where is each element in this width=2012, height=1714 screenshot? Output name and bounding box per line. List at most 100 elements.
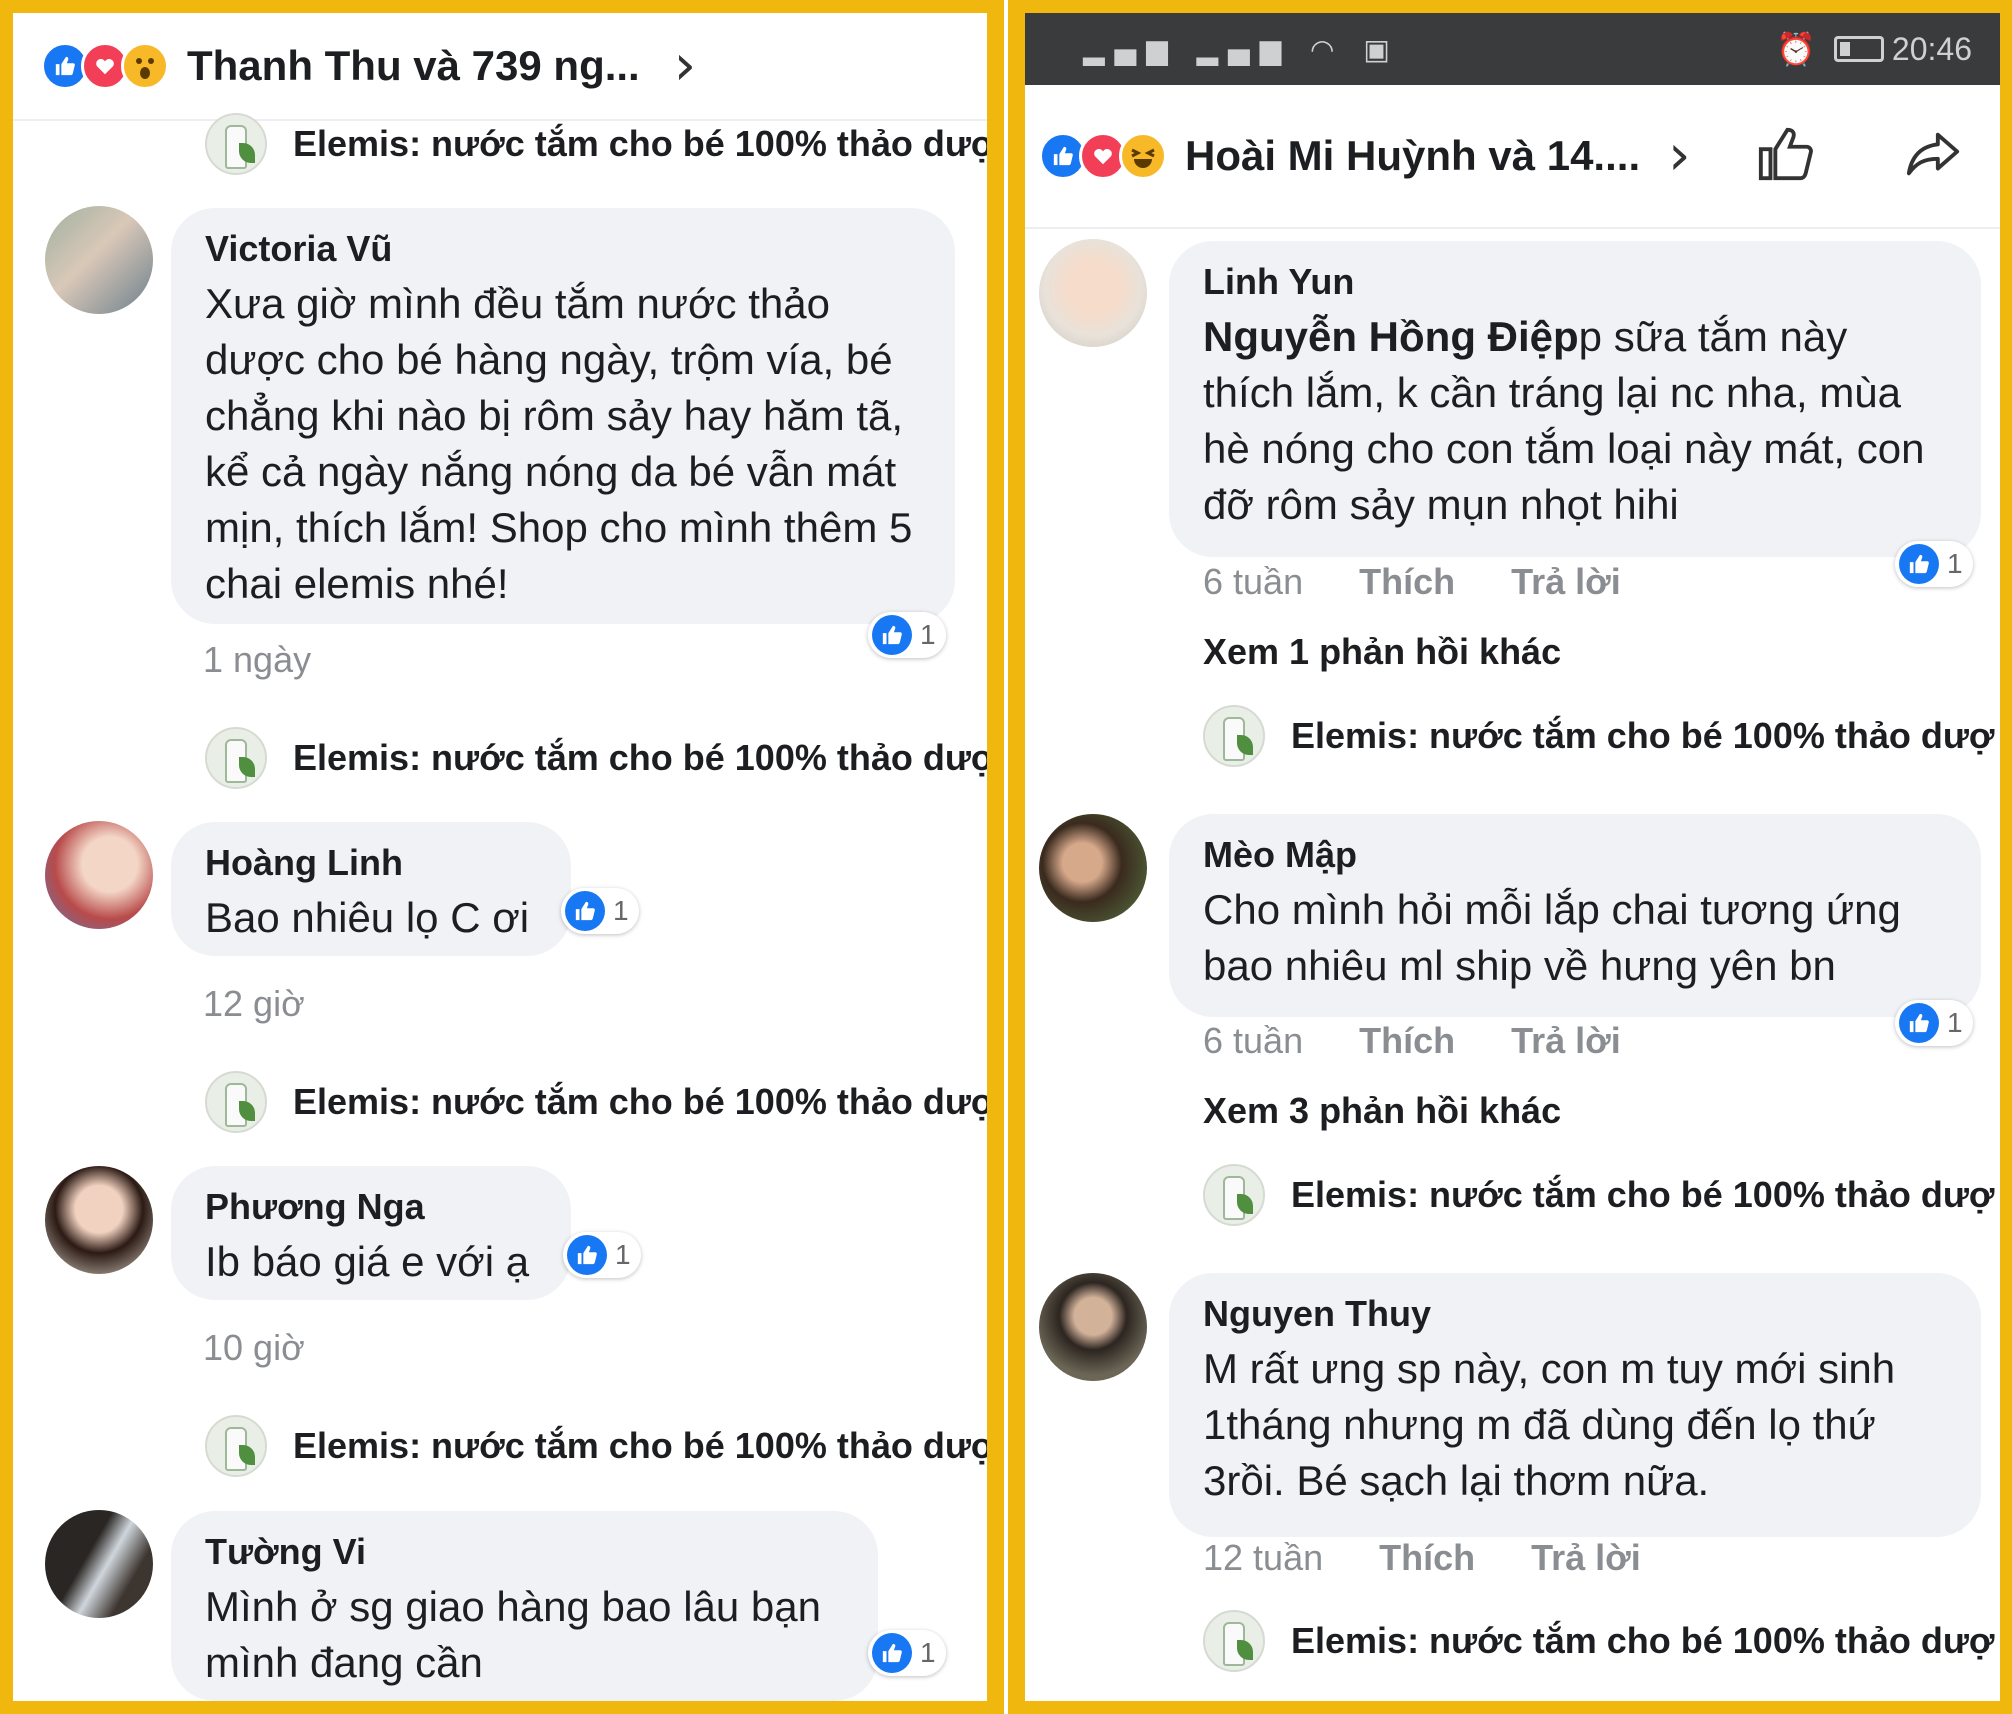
comment-author[interactable]: Victoria Vũ: [205, 228, 921, 270]
header-title: Thanh Thu và 739 ng...: [187, 42, 640, 89]
product-link[interactable]: Elemis: nước tắm cho bé 100% thảo dượ: [1203, 1164, 1995, 1226]
avatar[interactable]: [1039, 1273, 1147, 1381]
like-count-badge[interactable]: 1: [1895, 541, 1973, 587]
comment-text: Xưa giờ mình đều tắm nước thảo dược cho …: [205, 280, 913, 607]
comment-text: Nguyễn Hồng Điệpp sữa tắm này thích lắm,…: [1203, 309, 1947, 533]
product-link[interactable]: Elemis: nước tắm cho bé 100% thảo dược: [205, 113, 987, 175]
like-count: 1: [613, 895, 629, 926]
avatar[interactable]: [1039, 239, 1147, 347]
avatar[interactable]: [1039, 814, 1147, 922]
comment-author[interactable]: Phương Nga: [205, 1186, 537, 1228]
avatar[interactable]: [45, 821, 153, 929]
like-count-badge[interactable]: 1: [1895, 1000, 1973, 1046]
thumbs-up-icon[interactable]: [1756, 125, 1814, 188]
avatar[interactable]: [45, 1510, 153, 1618]
product-link[interactable]: Elemis: nước tắm cho bé 100% thảo dượ: [1203, 705, 1995, 767]
comment-bubble: Nguyen Thuy M rất ưng sp này, con m tuy …: [1169, 1273, 1981, 1537]
like-count: 1: [920, 1637, 936, 1668]
timestamp: 6 tuần: [1203, 1020, 1304, 1061]
like-count-badge[interactable]: 1: [563, 1232, 641, 1278]
like-icon: [1899, 544, 1939, 584]
product-link[interactable]: Elemis: nước tắm cho bé 100% thảo dượ: [1203, 1610, 1995, 1672]
comment-meta: 6 tuần Thích Trả lời: [1203, 561, 1621, 603]
like-count-badge[interactable]: 1: [561, 888, 639, 934]
like-count: 1: [920, 619, 936, 650]
comment-time: 10 giờ: [203, 1327, 361, 1369]
avatar[interactable]: [45, 1166, 153, 1274]
wow-reaction-icon: [121, 42, 169, 90]
comment-meta: 6 tuần Thích Trả lời: [1203, 1020, 1621, 1062]
reactions-header[interactable]: Thanh Thu và 739 ng... ›: [13, 13, 987, 121]
chevron-right-icon[interactable]: ›: [674, 38, 696, 94]
like-count-badge[interactable]: 1: [868, 1630, 946, 1676]
product-label: Elemis: nước tắm cho bé 100% thảo dược: [293, 737, 987, 778]
timestamp: 1 ngày: [203, 639, 312, 680]
product-thumbnail: [205, 1071, 267, 1133]
comment-author[interactable]: Hoàng Linh: [205, 842, 537, 884]
comment-text: Bao nhiêu lọ C ơi: [205, 894, 530, 941]
like-action[interactable]: Thích: [1379, 1537, 1475, 1578]
product-label: Elemis: nước tắm cho bé 100% thảo dượ: [1291, 1174, 1995, 1215]
product-label: Elemis: nước tắm cho bé 100% thảo dược: [293, 1081, 987, 1122]
comment-bubble: Mèo Mập Cho mình hỏi mỗi lắp chai tương …: [1169, 814, 1981, 1017]
comment-text: Mình ở sg giao hàng bao lâu bạn mình đan…: [205, 1583, 821, 1686]
product-link[interactable]: Elemis: nước tắm cho bé 100% thảo dược: [205, 1071, 987, 1133]
view-more-replies[interactable]: Xem 1 phản hồi khác: [1203, 631, 1561, 673]
chevron-right-icon[interactable]: ›: [1668, 128, 1690, 184]
like-action[interactable]: Thích: [1359, 1020, 1455, 1061]
comment-meta: 12 tuần Thích Trả lời: [1203, 1537, 1641, 1579]
comment-author[interactable]: Linh Yun: [1203, 261, 1947, 303]
like-count-badge[interactable]: 1: [868, 612, 946, 658]
reactions-header[interactable]: Hoài Mi Huỳnh và 14.... ›: [1025, 85, 2000, 229]
comment-bubble: Tường Vi Mình ở sg giao hàng bao lâu bạn…: [171, 1511, 878, 1701]
timestamp: 12 tuần: [1203, 1537, 1324, 1578]
comment-bubble: Victoria Vũ Xưa giờ mình đều tắm nước th…: [171, 208, 955, 624]
reaction-icons: [41, 42, 169, 90]
product-label: Elemis: nước tắm cho bé 100% thảo dượ: [1291, 1620, 1995, 1661]
right-screenshot: ▂▄▆ ▂▄▆ ◠ ▣ ⏰ 20:46 Hoài Mi Huỳnh và 14.…: [1025, 13, 2000, 1701]
comment-time: 1 ngày: [203, 639, 367, 681]
comment-author[interactable]: Nguyen Thuy: [1203, 1293, 1947, 1335]
product-thumbnail: [205, 113, 267, 175]
comment-bubble: Linh Yun Nguyễn Hồng Điệpp sữa tắm này t…: [1169, 241, 1981, 557]
product-label: Elemis: nước tắm cho bé 100% thảo dược: [293, 1425, 987, 1466]
product-thumbnail: [1203, 1164, 1265, 1226]
battery-icon: [1833, 36, 1884, 62]
mention-link[interactable]: Nguyễn Hồng Điệp: [1203, 313, 1579, 360]
status-time: 20:46: [1891, 30, 1972, 67]
comment-text: M rất ưng sp này, con m tuy mới sinh 1th…: [1203, 1345, 1896, 1504]
product-thumbnail: [205, 1415, 267, 1477]
product-thumbnail: [1203, 1610, 1265, 1672]
like-icon: [567, 1235, 607, 1275]
header-actions: [1756, 125, 1962, 188]
view-more-replies[interactable]: Xem 3 phản hồi khác: [1203, 1090, 1561, 1132]
reply-action[interactable]: Trả lời: [1531, 1537, 1641, 1578]
comment-text: Cho mình hỏi mỗi lắp chai tương ứng bao …: [1203, 886, 1901, 989]
left-screenshot: Thanh Thu và 739 ng... › Elemis: nước tắ…: [13, 13, 987, 1701]
product-link[interactable]: Elemis: nước tắm cho bé 100% thảo dược: [205, 727, 987, 789]
comment-author[interactable]: Tường Vi: [205, 1531, 844, 1573]
alarm-icon: ⏰: [1776, 30, 1816, 68]
reply-action[interactable]: Trả lời: [1511, 1020, 1621, 1061]
like-action[interactable]: Thích: [1359, 561, 1455, 602]
comment-bubble: Hoàng Linh Bao nhiêu lọ C ơi: [171, 822, 571, 956]
panel-divider: [996, 0, 1016, 1714]
avatar[interactable]: [45, 206, 153, 314]
timestamp: 10 giờ: [203, 1327, 305, 1368]
reply-action[interactable]: Trả lời: [1511, 561, 1621, 602]
product-thumbnail: [1203, 705, 1265, 767]
product-thumbnail: [205, 727, 267, 789]
product-label: Elemis: nước tắm cho bé 100% thảo dược: [293, 123, 987, 164]
like-icon: [872, 615, 912, 655]
comment-text: Ib báo giá e với ạ: [205, 1238, 530, 1285]
like-icon: [565, 891, 605, 931]
product-label: Elemis: nước tắm cho bé 100% thảo dượ: [1291, 715, 1995, 756]
comment-bubble: Phương Nga Ib báo giá e với ạ: [171, 1166, 571, 1300]
share-icon[interactable]: [1904, 125, 1962, 188]
comment-author[interactable]: Mèo Mập: [1203, 834, 1947, 876]
haha-reaction-icon: [1119, 132, 1167, 180]
like-count: 1: [1947, 548, 1963, 579]
product-link[interactable]: Elemis: nước tắm cho bé 100% thảo dược: [205, 1415, 987, 1477]
signal-wifi-icons: ▂▄▆ ▂▄▆ ◠ ▣: [1083, 32, 1400, 66]
like-count: 1: [615, 1239, 631, 1270]
